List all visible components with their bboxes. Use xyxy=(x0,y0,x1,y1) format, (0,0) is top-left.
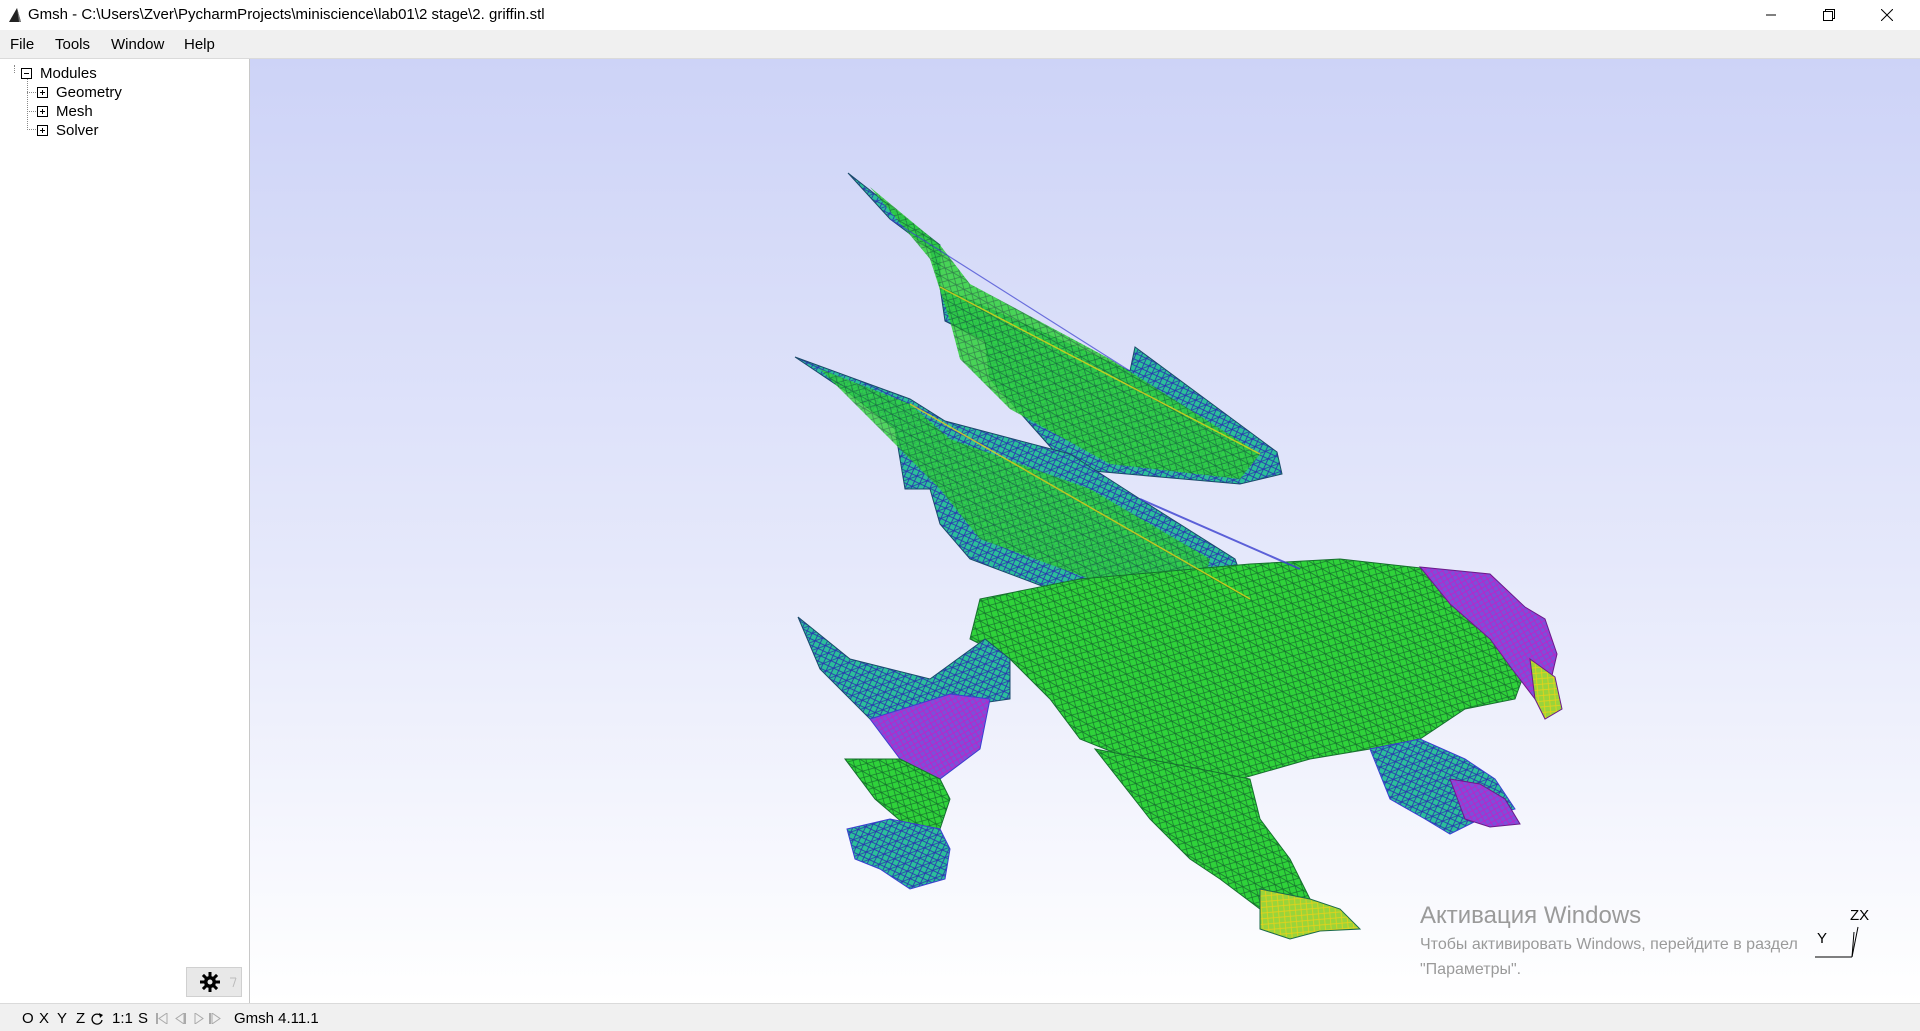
gear-icon xyxy=(200,972,220,992)
restore-button[interactable] xyxy=(1800,0,1858,30)
axis-label-y: Y xyxy=(1817,930,1828,947)
tree-node-mesh[interactable]: Mesh xyxy=(37,102,93,120)
tree-connector xyxy=(27,111,36,112)
graphics-viewport[interactable]: Активация Windows Чтобы активировать Win… xyxy=(250,59,1920,1003)
first-step-icon[interactable] xyxy=(156,1013,168,1024)
menu-file[interactable]: File xyxy=(10,36,34,53)
scale-reset-button[interactable]: 1:1 xyxy=(112,1010,133,1027)
prev-step-icon[interactable] xyxy=(174,1013,186,1024)
tree-connector xyxy=(27,74,28,130)
next-step-icon[interactable] xyxy=(209,1013,221,1024)
window-title: Gmsh - C:\Users\Zver\PycharmProjects\min… xyxy=(28,6,545,23)
tree-connector xyxy=(27,92,36,93)
mesh-front-claw xyxy=(1259,888,1362,940)
play-icon[interactable] xyxy=(194,1013,204,1024)
menu-bar: File Tools Window Help xyxy=(0,30,1920,59)
view-origin-button[interactable]: O xyxy=(22,1010,34,1027)
version-label: Gmsh 4.11.1 xyxy=(234,1010,319,1027)
collapse-icon[interactable] xyxy=(21,67,32,79)
menu-help[interactable]: Help xyxy=(184,36,215,53)
expand-icon[interactable] xyxy=(37,86,48,98)
minimize-icon xyxy=(1766,14,1776,16)
view-y-button[interactable]: Y xyxy=(57,1010,67,1027)
rotate-icon[interactable] xyxy=(91,1012,104,1025)
tree-connector xyxy=(27,129,36,130)
dropdown-arrow-icon xyxy=(230,977,237,988)
tree-label: Modules xyxy=(40,64,97,82)
module-tree-panel: Modules Geometry Mesh Solver xyxy=(0,59,250,1003)
select-button[interactable]: S xyxy=(138,1010,148,1027)
griffin-mesh-model xyxy=(794,172,1563,940)
menu-window[interactable]: Window xyxy=(111,36,164,53)
tree-label: Mesh xyxy=(56,102,93,120)
activation-watermark-line2: "Параметры". xyxy=(1420,961,1522,978)
close-icon xyxy=(1881,9,1893,21)
activation-watermark-line1: Чтобы активировать Windows, перейдите в … xyxy=(1420,936,1798,953)
minimize-button[interactable] xyxy=(1742,0,1800,30)
tree-node-geometry[interactable]: Geometry xyxy=(37,83,122,101)
tree-node-solver[interactable]: Solver xyxy=(37,121,99,139)
expand-icon[interactable] xyxy=(37,124,48,136)
tree-node-modules[interactable]: Modules xyxy=(21,64,97,82)
tree-connector xyxy=(14,65,15,73)
settings-button[interactable] xyxy=(186,967,242,997)
activation-watermark-title: Активация Windows xyxy=(1420,902,1642,929)
restore-icon xyxy=(1823,9,1835,21)
close-button[interactable] xyxy=(1858,0,1916,30)
view-x-button[interactable]: X xyxy=(39,1010,49,1027)
gmsh-logo-icon xyxy=(9,8,21,22)
tree-label: Geometry xyxy=(56,83,122,101)
tree-label: Solver xyxy=(56,121,99,139)
title-bar: Gmsh - C:\Users\Zver\PycharmProjects\min… xyxy=(0,0,1920,30)
view-z-button[interactable]: Z xyxy=(76,1010,85,1027)
menu-tools[interactable]: Tools xyxy=(55,36,90,53)
mesh-rear-foot xyxy=(846,818,951,890)
expand-icon[interactable] xyxy=(37,105,48,117)
axis-label-zx: ZX xyxy=(1850,907,1870,924)
status-bar: O X Y Z 1:1 S Gmsh 4.11.1 xyxy=(0,1003,1920,1031)
